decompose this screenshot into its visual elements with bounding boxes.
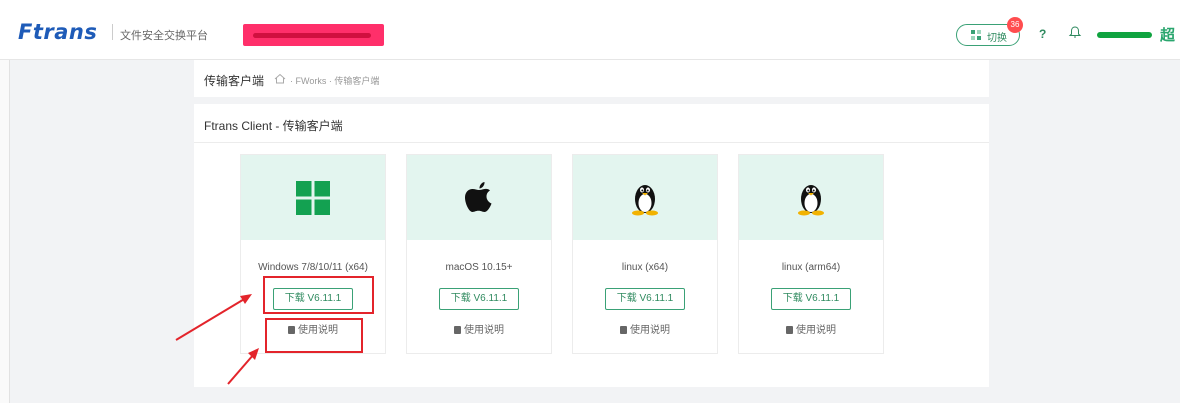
annotation-arrow <box>175 297 247 341</box>
arrow-head <box>240 294 252 304</box>
annotation-arrow <box>227 353 255 385</box>
annotation-arrows <box>175 294 259 385</box>
